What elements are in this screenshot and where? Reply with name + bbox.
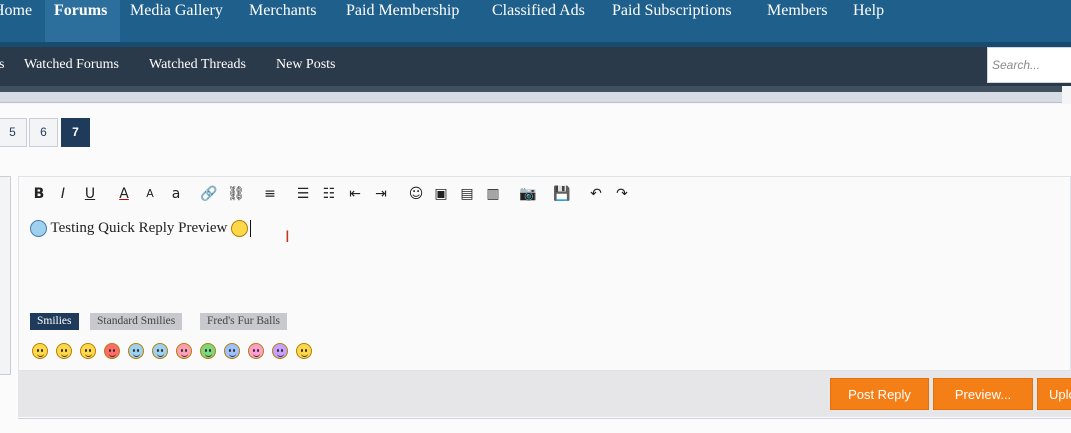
subnav-new-posts[interactable]: New Posts	[276, 57, 336, 73]
confused-smilie-icon	[231, 220, 249, 238]
outdent-icon[interactable]: ⇤	[346, 185, 364, 203]
header-divider	[0, 86, 1062, 103]
ibeam-cursor-icon: I	[285, 227, 290, 246]
tab-smilies[interactable]: Smilies	[30, 313, 79, 330]
preview-button[interactable]: Preview...	[933, 378, 1033, 410]
header-divider-dark	[0, 86, 1062, 92]
smilie-icon[interactable]	[56, 343, 72, 359]
smilie-icon[interactable]	[104, 343, 120, 359]
nav-merchants[interactable]: Merchants	[249, 0, 317, 42]
quick-reply-editor[interactable]	[18, 176, 1071, 371]
media-icon[interactable]: ▤	[458, 185, 476, 203]
nav-classified-ads[interactable]: Classified Ads	[492, 0, 585, 42]
smilie-icon[interactable]	[152, 343, 168, 359]
editor-content[interactable]: Testing Quick Reply Preview	[30, 220, 252, 238]
post-reply-button[interactable]: Post Reply	[830, 378, 929, 410]
sub-navigation: s Watched Forums Watched Threads New Pos…	[0, 47, 1071, 86]
bottom-divider	[18, 418, 1071, 419]
template-icon[interactable]: ▥	[484, 185, 502, 203]
smilie-icon[interactable]	[128, 343, 144, 359]
smilie-icon[interactable]: ☺	[407, 185, 425, 203]
font-color-icon[interactable]: A	[115, 185, 133, 203]
nav-help[interactable]: Help	[853, 0, 884, 42]
camera-icon[interactable]: 📷	[519, 185, 537, 203]
main-navigation: Home Forums Media Gallery Merchants Paid…	[0, 0, 1071, 47]
subnav-watched-threads[interactable]: Watched Threads	[149, 57, 246, 73]
page-6-button[interactable]: 6	[29, 118, 58, 147]
left-panel-edge	[0, 176, 11, 375]
smilie-icon[interactable]	[272, 343, 288, 359]
font-family-icon[interactable]: a	[167, 185, 185, 203]
nav-home[interactable]: Home	[0, 0, 32, 42]
page-7-button[interactable]: 7	[61, 118, 90, 147]
nav-paid-subscriptions[interactable]: Paid Subscriptions	[612, 0, 732, 42]
search-input[interactable]: Search...	[987, 47, 1071, 83]
nav-members[interactable]: Members	[767, 0, 827, 42]
numbered-list-icon[interactable]: ☷	[320, 185, 338, 203]
text-caret	[250, 220, 252, 238]
nav-paid-membership[interactable]: Paid Membership	[346, 0, 459, 42]
page-5-button[interactable]: 5	[0, 118, 27, 147]
cool-smilie-icon	[30, 220, 47, 238]
align-icon[interactable]: ≡	[261, 185, 279, 203]
redo-icon[interactable]: ↷	[613, 185, 631, 203]
smilie-icon[interactable]	[176, 343, 192, 359]
italic-icon[interactable]: I	[54, 185, 72, 203]
smilie-icon[interactable]	[80, 343, 96, 359]
smilie-icon[interactable]	[296, 343, 312, 359]
unlink-icon[interactable]: ⛓	[227, 185, 245, 203]
bullet-list-icon[interactable]: ☰	[294, 185, 312, 203]
nav-forums[interactable]: Forums	[45, 0, 120, 42]
nav-media-gallery[interactable]: Media Gallery	[130, 0, 223, 42]
undo-icon[interactable]: ↶	[587, 185, 605, 203]
link-icon[interactable]: 🔗	[200, 185, 218, 203]
editor-content-text: Testing Quick Reply Preview	[50, 220, 228, 236]
tab-standard-smilies[interactable]: Standard Smilies	[90, 313, 183, 330]
smilie-icon[interactable]	[224, 343, 240, 359]
underline-icon[interactable]: U	[81, 185, 99, 203]
subnav-item-truncated[interactable]: s	[0, 57, 4, 73]
subnav-watched-forums[interactable]: Watched Forums	[24, 57, 119, 73]
smilie-icon[interactable]	[248, 343, 264, 359]
indent-icon[interactable]: ⇥	[372, 185, 390, 203]
font-size-icon[interactable]: A	[141, 185, 159, 203]
smilie-icon[interactable]	[200, 343, 216, 359]
image-icon[interactable]: ▣	[432, 185, 450, 203]
save-draft-icon[interactable]: 💾	[553, 185, 571, 203]
bold-icon[interactable]: B	[30, 185, 48, 203]
upload-button[interactable]: Upload	[1037, 378, 1071, 410]
tab-freds-fur-balls[interactable]: Fred's Fur Balls	[200, 313, 287, 330]
smilie-icon[interactable]	[32, 343, 48, 359]
